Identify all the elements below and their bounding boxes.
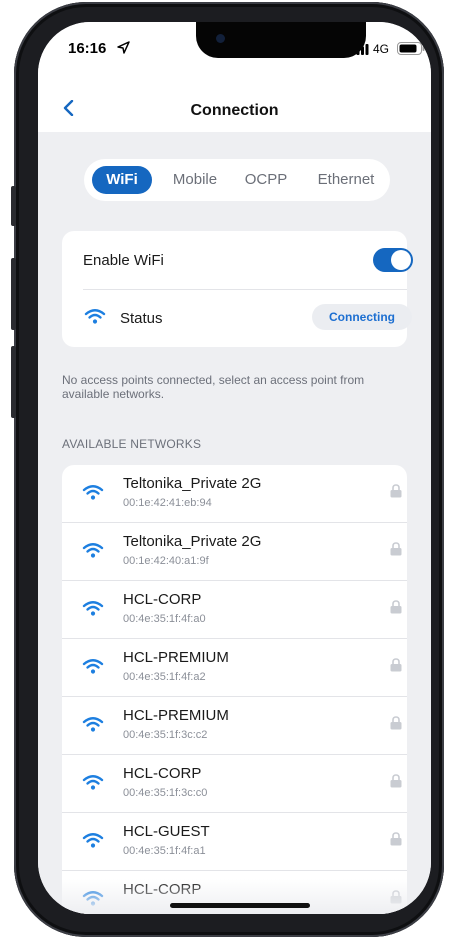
toggle-knob	[391, 250, 411, 270]
network-item[interactable]: Teltonika_Private 2G 00:1e:42:40:a1:9f	[62, 523, 407, 581]
divider	[83, 289, 407, 290]
wifi-icon	[82, 833, 104, 848]
navigation-bar: Connection	[38, 82, 431, 132]
phone-screen: 16:16 4G Connection WiFi Mobile OCPP Eth…	[38, 22, 431, 914]
network-item[interactable]: HCL-GUEST 00:4e:35:1f:4f:a1	[62, 813, 407, 871]
lock-icon	[390, 658, 402, 672]
enable-wifi-toggle[interactable]	[373, 248, 413, 272]
lock-icon	[390, 484, 402, 498]
battery-icon	[397, 42, 425, 55]
network-mac: 00:1e:42:41:eb:94	[123, 497, 212, 509]
info-text: No access points connected, select an ac…	[62, 373, 365, 401]
camera-icon	[216, 34, 225, 43]
network-name: HCL-PREMIUM	[123, 649, 229, 666]
volume-up-button	[11, 258, 16, 330]
network-item[interactable]: HCL-PREMIUM 00:4e:35:1f:3c:c2	[62, 697, 407, 755]
network-name: HCL-CORP	[123, 765, 202, 782]
wifi-icon	[82, 601, 104, 616]
network-mac: 00:4e:35:1f:4f:a0	[123, 613, 206, 625]
network-name: Teltonika_Private 2G	[123, 475, 262, 492]
wifi-icon	[82, 485, 104, 500]
tab-mobile[interactable]: Mobile	[164, 166, 226, 194]
page-title: Connection	[190, 102, 279, 119]
wifi-icon	[82, 659, 104, 674]
location-arrow-icon	[117, 41, 130, 54]
wifi-icon	[82, 543, 104, 558]
network-name: Teltonika_Private 2G	[123, 533, 262, 550]
lock-icon	[390, 774, 402, 788]
status-time: 16:16	[68, 40, 107, 57]
network-name: HCL-CORP	[123, 591, 202, 608]
available-networks-list: Teltonika_Private 2G 00:1e:42:41:eb:94 Tel…	[62, 465, 407, 914]
network-mac: 00:1e:42:40:a1:9f	[123, 555, 209, 567]
tab-ocpp[interactable]: OCPP	[236, 166, 296, 194]
status-badge: Connecting	[312, 304, 412, 330]
network-name: HCL-PREMIUM	[123, 707, 229, 724]
lock-icon	[390, 542, 402, 556]
lock-icon	[390, 600, 402, 614]
connection-type-tabs: WiFi Mobile OCPP Ethernet	[84, 159, 390, 201]
dynamic-island	[196, 22, 366, 58]
network-mac: 00:4e:35:1f:3c:c0	[123, 787, 208, 799]
section-header: AVAILABLE NETWORKS	[62, 437, 202, 451]
tab-wifi[interactable]: WiFi	[92, 166, 152, 194]
network-mac: 00:4e:35:1f:4f:a1	[123, 845, 206, 857]
network-item[interactable]: HCL-PREMIUM 00:4e:35:1f:4f:a2	[62, 639, 407, 697]
wifi-icon	[82, 775, 104, 790]
network-type: 4G	[373, 42, 390, 56]
network-item[interactable]: HCL-CORP 00:4e:35:1f:3c:c0	[62, 755, 407, 813]
wifi-icon	[84, 309, 106, 324]
lock-icon	[390, 716, 402, 730]
network-item[interactable]: Teltonika_Private 2G 00:1e:42:41:eb:94	[62, 465, 407, 523]
mute-switch	[11, 186, 16, 226]
network-name: HCL-GUEST	[123, 823, 210, 840]
connection-content: WiFi Mobile OCPP Ethernet Enable WiFi St…	[38, 132, 431, 914]
wifi-settings-card: Enable WiFi Status Connecting	[62, 231, 413, 347]
network-item[interactable]: HCL-CORP 00:4e:35:1f:4f:a0	[62, 581, 407, 639]
wifi-icon	[82, 717, 104, 732]
scroll-fade	[62, 879, 407, 914]
network-mac: 00:4e:35:1f:4f:a2	[123, 671, 206, 683]
volume-down-button	[11, 346, 16, 418]
tab-ethernet[interactable]: Ethernet	[306, 166, 386, 194]
status-label: Status	[120, 310, 163, 327]
home-indicator[interactable]	[170, 903, 310, 908]
enable-wifi-label: Enable WiFi	[83, 252, 164, 269]
lock-icon	[390, 832, 402, 846]
network-mac: 00:4e:35:1f:3c:c2	[123, 729, 208, 741]
